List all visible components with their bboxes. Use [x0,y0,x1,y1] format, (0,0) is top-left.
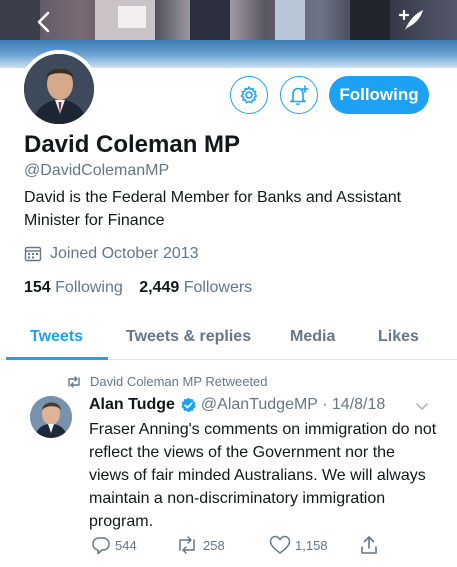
retweet-button[interactable]: 258 [175,535,225,555]
bell-plus-icon [290,85,309,105]
verified-icon [181,397,196,412]
profile-bio: David is the Federal Member for Banks an… [24,189,402,229]
tab-media[interactable]: Media [290,328,335,346]
retweet-context: David Coleman MP Retweeted [66,374,268,389]
tab-tweets-replies[interactable]: Tweets & replies [126,328,251,346]
like-count: 1,158 [295,537,328,553]
reply-button[interactable]: 544 [91,535,137,555]
notifications-button[interactable] [280,76,318,114]
like-button[interactable]: 1,158 [269,535,328,555]
profile-tabs: Tweets Tweets & replies Media Likes [0,318,457,360]
calendar-icon [24,246,42,262]
tweet-actions: 544 258 1,158 [89,535,419,557]
chevron-down-icon[interactable] [414,398,430,414]
like-icon [269,535,291,554]
tweet-author-name[interactable]: Alan Tudge [89,396,175,414]
share-button[interactable] [359,535,383,555]
profile-handle: @DavidColemanMP [24,162,170,179]
profile-name: David Coleman MP [24,131,241,158]
settings-button[interactable] [230,76,268,114]
profile-banner [0,0,457,40]
tweet-author-avatar[interactable] [30,396,72,438]
retweet-count: 258 [203,537,225,553]
retweet-context-text: David Coleman MP Retweeted [90,374,268,389]
gear-icon [240,86,258,104]
tab-tweets[interactable]: Tweets [30,328,83,346]
back-arrow-icon[interactable] [30,8,58,36]
following-link[interactable]: 154 Following [24,279,123,296]
reply-count: 544 [115,537,137,553]
tweet-text: Fraser Anning's comments on immigration … [89,421,437,530]
tab-likes[interactable]: Likes [378,328,419,346]
following-button[interactable]: Following [329,76,429,114]
joined-date: Joined October 2013 [24,245,199,263]
retweet-icon [179,536,195,554]
follow-stats: 154 Following 2,449 Followers [24,279,252,297]
joined-text: Joined October 2013 [50,245,199,262]
avatar[interactable] [20,50,98,128]
tweet-handle-date: @AlanTudgeMP · 14/8/18 [200,396,386,413]
tweet-header: Alan Tudge @AlanTudgeMP · 14/8/18 [89,396,385,414]
retweet-icon [68,375,80,388]
active-tab-indicator [6,357,108,360]
share-icon [361,536,377,554]
followers-link[interactable]: 2,449 Followers [139,279,252,296]
reply-icon [92,537,110,555]
compose-icon[interactable] [397,6,427,36]
